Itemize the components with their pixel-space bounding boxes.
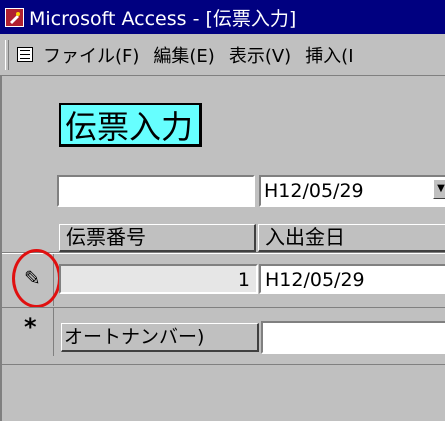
access-key-icon	[5, 7, 24, 27]
form-title-label: 伝票入力	[59, 103, 203, 147]
menubar-grip[interactable]	[5, 39, 9, 70]
menu-bar: ファイル(F) 編集(E) 表示(V) 挿入(I	[0, 34, 445, 76]
column-header-date: 入出金日	[258, 224, 445, 252]
slip-number-field[interactable]: 1	[59, 264, 258, 294]
chevron-down-icon[interactable]: ▼	[433, 179, 445, 199]
menu-edit[interactable]: 編集(E)	[153, 42, 214, 68]
title-bar: Microsoft Access - [伝票入力]	[0, 0, 445, 34]
menu-view[interactable]: 表示(V)	[229, 42, 291, 68]
row-divider-bottom	[2, 364, 445, 365]
filter-number-field[interactable]	[57, 175, 255, 207]
row-divider-highlight	[2, 253, 445, 254]
autonumber-placeholder: オートナンバー)	[64, 326, 205, 348]
form-area: 伝票入力 H12/05/29 ▼ 伝票番号 入出金日 ✎ 1 H12/05/29…	[0, 76, 445, 421]
menu-file[interactable]: ファイル(F)	[43, 42, 139, 68]
form-icon[interactable]	[17, 47, 33, 62]
date-value: H12/05/29	[265, 269, 365, 291]
filter-date-value: H12/05/29	[264, 180, 364, 202]
date-field[interactable]: H12/05/29	[259, 264, 445, 294]
new-record-asterisk-icon: *	[24, 313, 37, 341]
window-title: Microsoft Access - [伝票入力]	[29, 7, 297, 30]
column-header-slip-number: 伝票番号	[59, 224, 256, 252]
slip-number-value: 1	[237, 269, 250, 291]
filter-date-combo[interactable]: H12/05/29 ▼	[259, 175, 445, 207]
new-date-field[interactable]	[261, 321, 445, 354]
menu-insert[interactable]: 挿入(I	[305, 42, 353, 68]
red-highlight-circle	[12, 249, 61, 308]
row-divider-new	[2, 307, 445, 308]
autonumber-field[interactable]: オートナンバー)	[61, 323, 259, 352]
